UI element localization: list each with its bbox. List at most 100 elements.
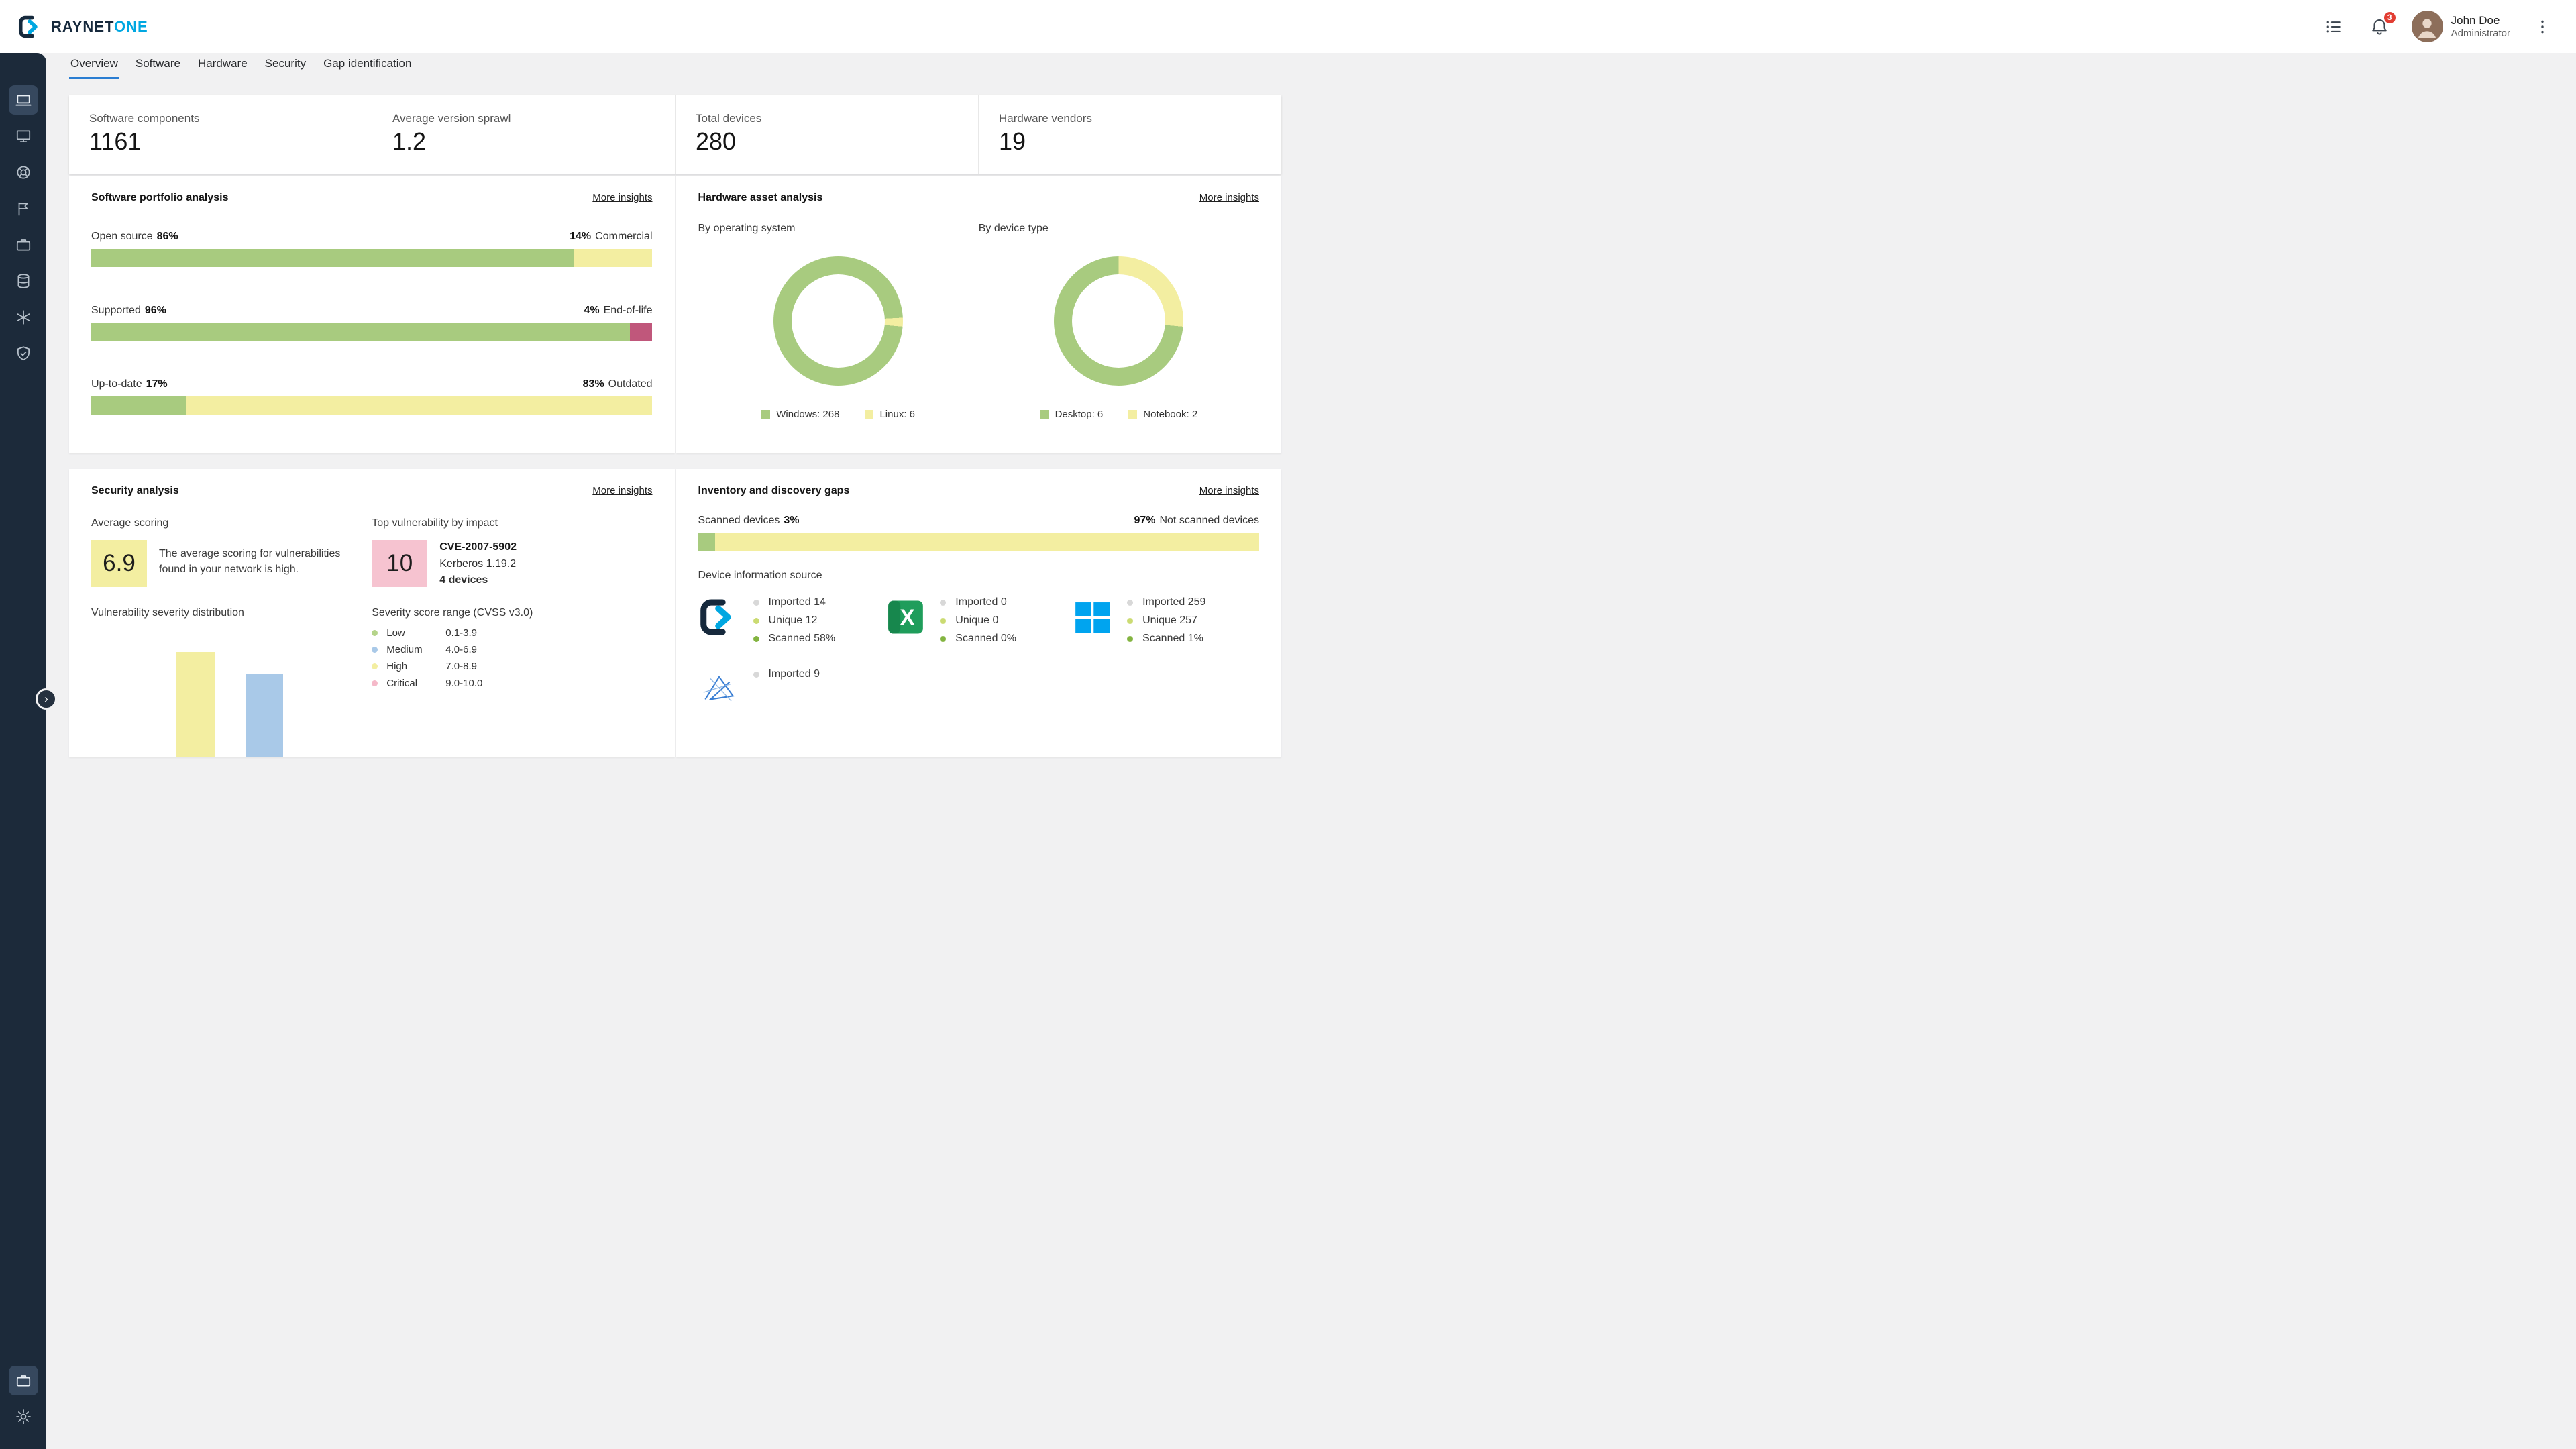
bar-pct-right: 14% — [570, 231, 591, 243]
source-stats: Imported 0 Unique 0 Scanned 0% — [940, 596, 1016, 651]
imported-dot — [753, 600, 759, 606]
tab-bar: Overview Software Hardware Security Gap … — [69, 57, 1281, 79]
bar-pct-right: 83% — [583, 378, 604, 390]
os-donut-legend: Windows: 268 Linux: 6 — [698, 409, 979, 420]
notifications-button[interactable]: 3 — [2366, 13, 2393, 40]
average-scoring-label: Average scoring — [91, 517, 372, 529]
stat-label: Scanned 1% — [1142, 633, 1203, 645]
sidebar-item-service-case[interactable] — [9, 1366, 38, 1395]
more-insights-link[interactable]: More insights — [1199, 485, 1259, 496]
task-list-icon — [2324, 17, 2344, 37]
more-insights-link[interactable]: More insights — [1199, 192, 1259, 203]
stat-unique: Unique 12 — [753, 614, 836, 627]
source-stats: Imported 9 — [753, 668, 820, 686]
security-inventory-row: Security analysis More insights Average … — [69, 469, 1281, 757]
cvss-dot — [372, 630, 378, 636]
kpi-hardware-vendors: Hardware vendors 19 — [979, 95, 1281, 174]
top-vulnerability-score: 10 — [372, 540, 427, 587]
bar-pct-left: 86% — [157, 231, 178, 243]
legend-label: Desktop: 6 — [1055, 409, 1104, 420]
sidebar-item-it-visibility[interactable] — [9, 85, 38, 115]
task-list-button[interactable] — [2320, 13, 2347, 40]
bar-segment-not-scanned — [715, 533, 1259, 551]
software-portfolio-panel: Software portfolio analysis More insight… — [69, 176, 675, 453]
gear-icon — [15, 1408, 32, 1426]
sidebar-item-portfolio[interactable] — [9, 230, 38, 260]
tab-overview[interactable]: Overview — [69, 57, 119, 79]
excel-icon: X — [885, 596, 926, 638]
average-score-description: The average scoring for vulnerabilities … — [159, 540, 355, 587]
average-scoring-column: Average scoring 6.9 The average scoring … — [91, 497, 372, 716]
device-type-donut-legend: Desktop: 6 Notebook: 2 — [979, 409, 1259, 420]
unique-dot — [753, 618, 759, 624]
more-insights-link[interactable]: More insights — [592, 192, 652, 203]
source-excel: X Imported 0 Unique 0 Scanned 0% — [885, 596, 1072, 651]
tab-hardware[interactable]: Hardware — [197, 57, 249, 79]
sidebar-item-integrations[interactable] — [9, 303, 38, 332]
cvss-range: 0.1-3.9 — [445, 627, 477, 639]
cve-device-count: 4 devices — [439, 574, 517, 586]
snowflake-icon — [15, 309, 32, 326]
bar-pct-left: 17% — [146, 378, 168, 390]
bar-label-left: Scanned devices — [698, 515, 780, 527]
donut-sublabel: By device type — [979, 223, 1259, 235]
open-source-bar-group: Open source 86% 14% Commercial — [91, 231, 653, 267]
top-vulnerability-label: Top vulnerability by impact — [372, 517, 652, 529]
lifebuoy-icon — [15, 164, 32, 181]
device-type-donut-column: By device type Desktop: 6 Notebook: 2 — [979, 223, 1259, 420]
sidebar-nav-top — [0, 85, 46, 368]
bar-label-left: Up-to-date — [91, 378, 142, 390]
cvss-dot — [372, 663, 378, 669]
legend-swatch — [1128, 410, 1137, 419]
bar-segment-scanned — [698, 533, 715, 551]
legend-label: Windows: 268 — [776, 409, 839, 420]
more-insights-link[interactable]: More insights — [592, 485, 652, 496]
database-icon — [15, 272, 32, 290]
stat-label: Scanned 0% — [955, 633, 1016, 645]
bar-label-left: Open source — [91, 231, 153, 243]
user-text: John Doe Administrator — [2451, 14, 2510, 39]
topbar: RAYNETONE 3 John Doe — [0, 0, 2576, 53]
tab-gap-identification[interactable]: Gap identification — [322, 57, 413, 79]
sidebar-expand-button[interactable]: › — [36, 688, 57, 710]
severity-bar-high — [176, 652, 215, 757]
avatar — [2412, 11, 2443, 42]
bar-label-right: Commercial — [595, 231, 652, 243]
brand-logo[interactable]: RAYNETONE — [17, 14, 148, 40]
cvss-range: 4.0-6.9 — [445, 644, 477, 655]
stat-scanned: Scanned 1% — [1127, 633, 1205, 645]
bar-label-right: Not scanned devices — [1159, 515, 1259, 527]
source-network: Imported 9 — [698, 668, 885, 710]
network-icon — [698, 668, 740, 710]
sidebar-item-data[interactable] — [9, 266, 38, 296]
overflow-menu-button[interactable] — [2529, 13, 2556, 40]
bar-label-right: End-of-life — [604, 305, 653, 317]
stat-imported: Imported 9 — [753, 668, 820, 680]
source-stats: Imported 259 Unique 257 Scanned 1% — [1127, 596, 1205, 651]
supported-bar-group: Supported96% 4%End-of-life — [91, 305, 653, 341]
user-role: Administrator — [2451, 28, 2510, 39]
top-vulnerability-column: Top vulnerability by impact 10 CVE-2007-… — [372, 497, 652, 716]
scanned-dot — [753, 636, 759, 642]
legend-swatch — [761, 410, 770, 419]
stat-scanned: Scanned 58% — [753, 633, 836, 645]
open-source-stacked-bar — [91, 249, 653, 267]
severity-distribution-chart — [91, 629, 372, 716]
cve-component: Kerberos 1.19.2 — [439, 558, 517, 570]
raynet-source-icon — [698, 596, 740, 638]
bar-segment-open-source — [91, 249, 574, 267]
legend-swatch — [865, 410, 873, 419]
bar-segment-outdated — [186, 396, 652, 415]
sidebar-item-support[interactable] — [9, 158, 38, 187]
sidebar-item-devices[interactable] — [9, 121, 38, 151]
sidebar-item-reports[interactable] — [9, 194, 38, 223]
tab-security[interactable]: Security — [264, 57, 307, 79]
sidebar-item-settings[interactable] — [9, 1402, 38, 1432]
shield-check-icon — [15, 345, 32, 362]
tab-software[interactable]: Software — [134, 57, 182, 79]
sidebar-item-security[interactable] — [9, 339, 38, 368]
user-menu[interactable]: John Doe Administrator — [2412, 11, 2510, 42]
bar-pct-right: 4% — [584, 305, 599, 317]
os-donut-chart — [773, 256, 903, 386]
panel-title: Security analysis — [91, 485, 179, 497]
